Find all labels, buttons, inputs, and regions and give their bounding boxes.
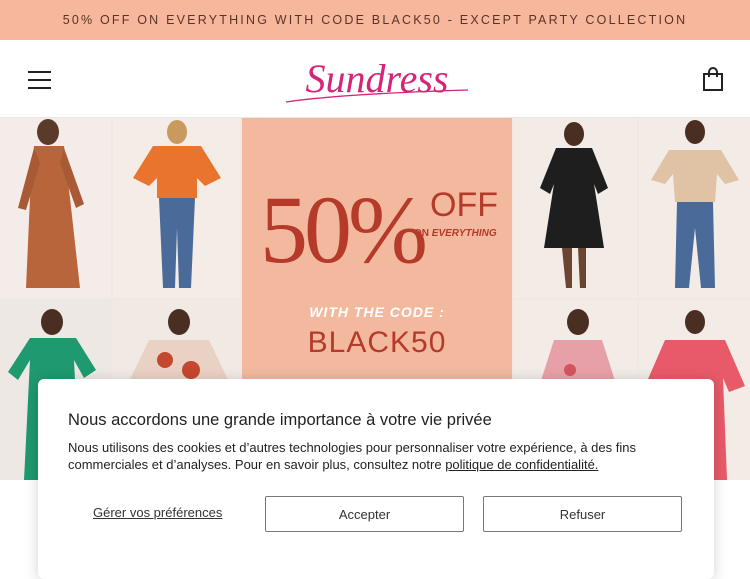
site-header: Sundress: [0, 40, 750, 118]
refuse-button[interactable]: Refuser: [483, 496, 682, 532]
sundress-logo[interactable]: Sundress: [280, 54, 474, 106]
promo-on-everything: ON EVERYTHING: [414, 228, 497, 239]
cookie-body: Nous utilisons des cookies et d’autres t…: [68, 440, 636, 472]
promo-off: OFF: [430, 186, 498, 224]
accept-button[interactable]: Accepter: [265, 496, 464, 532]
cookie-title: Nous accordons une grande importance à v…: [68, 411, 492, 429]
hamburger-menu-icon[interactable]: [28, 71, 52, 89]
product-image-black-mini-dress[interactable]: [514, 118, 637, 298]
cookie-consent-banner: Nous accordons une grande importance à v…: [38, 379, 714, 579]
privacy-policy-link[interactable]: politique de confidentialité.: [445, 457, 598, 472]
product-image-orange-print-top[interactable]: [113, 118, 240, 298]
promo-with-code: WITH THE CODE :: [309, 304, 445, 320]
announcement-bar: 50% OFF ON EVERYTHING WITH CODE BLACK50 …: [0, 0, 750, 40]
shopping-bag-icon[interactable]: [702, 66, 724, 92]
promo-code: BLACK50: [307, 326, 447, 359]
announcement-text: 50% OFF ON EVERYTHING WITH CODE BLACK50 …: [62, 13, 688, 27]
manage-preferences-link[interactable]: Gérer vos préférences: [93, 505, 222, 520]
promo-percent: 50%: [260, 176, 428, 283]
product-image-rust-maxi-dress[interactable]: [0, 118, 111, 298]
product-image-beige-top-jeans[interactable]: [639, 118, 750, 298]
